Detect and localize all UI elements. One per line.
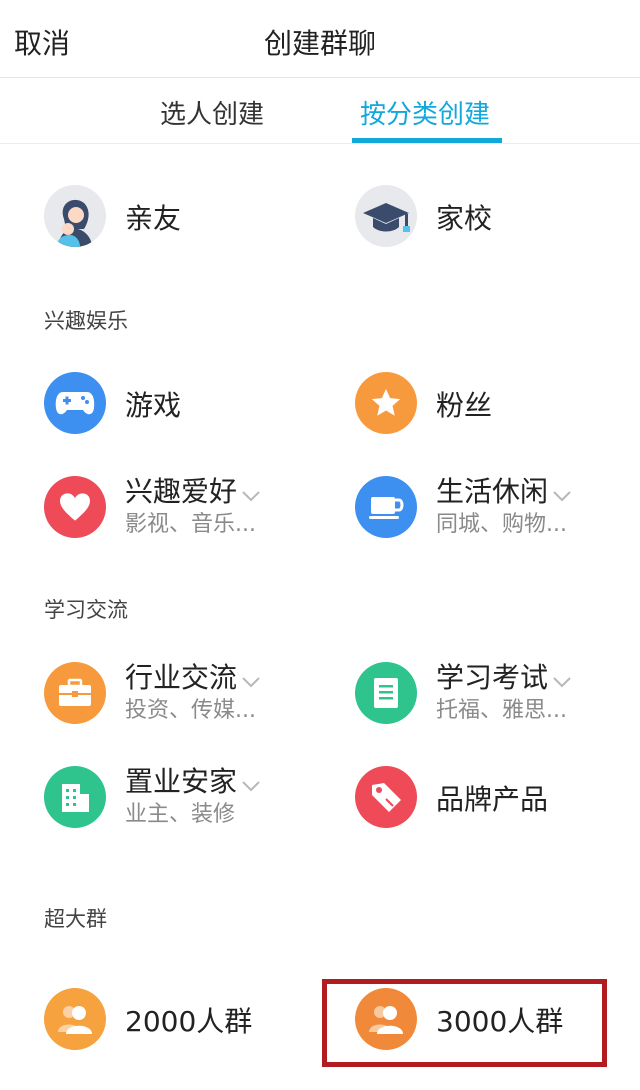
category-subtitle: 同城、购物... [436,512,567,537]
cancel-button[interactable]: 取消 [14,22,70,62]
chevron-down-icon[interactable] [241,477,261,510]
page-title: 创建群聊 [263,27,376,60]
category-item-hobbies[interactable]: 兴趣爱好 影视、音乐... [44,475,324,556]
category-subtitle: 投资、传媒... [125,698,256,723]
category-item-leisure[interactable]: 生活休闲 同城、购物... [355,475,635,556]
category-item-housing[interactable]: 置业安家 业主、装修 [44,765,324,846]
category-item-family[interactable]: 亲友 [44,185,324,265]
category-label: 品牌产品 [436,783,549,816]
group-icon [44,988,106,1050]
gamepad-icon [44,372,106,434]
document-icon [355,662,417,724]
category-label: 置业安家 [125,760,261,800]
category-item-exam[interactable]: 学习考试 托福、雅思... [355,661,635,742]
chevron-down-icon[interactable] [241,767,261,800]
active-tab-indicator [352,138,502,143]
family-icon [44,185,106,247]
category-label: 游戏 [125,389,182,422]
tab-select-people[interactable]: 选人创建 [160,94,264,131]
category-subtitle: 托福、雅思... [436,698,567,723]
graduation-cap-icon [355,185,417,247]
star-icon [355,372,417,434]
section-heading-learning: 学习交流 [44,598,128,622]
heart-icon [44,476,106,538]
chevron-down-icon[interactable] [552,663,572,696]
category-item-industry[interactable]: 行业交流 投资、传媒... [44,661,324,742]
section-heading-interest: 兴趣娱乐 [44,309,128,333]
top-bar: 创建群聊 取消 [0,0,640,78]
briefcase-icon [44,662,106,724]
section-heading-large-group: 超大群 [44,907,107,931]
category-label: 生活休闲 [436,470,572,510]
chevron-down-icon[interactable] [241,663,261,696]
building-icon [44,766,106,828]
category-label: 亲友 [125,202,182,235]
category-label: 粉丝 [436,389,493,422]
coffee-cup-icon [355,476,417,538]
category-item-fans[interactable]: 粉丝 [355,372,635,452]
category-item-brand[interactable]: 品牌产品 [355,766,635,846]
category-label: 学习考试 [436,656,572,696]
tab-bar: 选人创建 按分类创建 [0,78,640,144]
category-label: 兴趣爱好 [125,470,261,510]
category-item-group-2000[interactable]: 2000人群 [44,988,324,1068]
category-subtitle: 影视、音乐... [125,512,256,537]
category-item-games[interactable]: 游戏 [44,372,324,452]
category-label: 2000人群 [125,1005,253,1038]
category-label: 行业交流 [125,656,261,696]
tab-by-category[interactable]: 按分类创建 [360,94,490,131]
chevron-down-icon[interactable] [552,477,572,510]
price-tag-icon [355,766,417,828]
highlight-annotation-box [322,979,607,1067]
category-label: 家校 [436,202,493,235]
category-subtitle: 业主、装修 [125,802,236,827]
category-item-school[interactable]: 家校 [355,185,635,265]
